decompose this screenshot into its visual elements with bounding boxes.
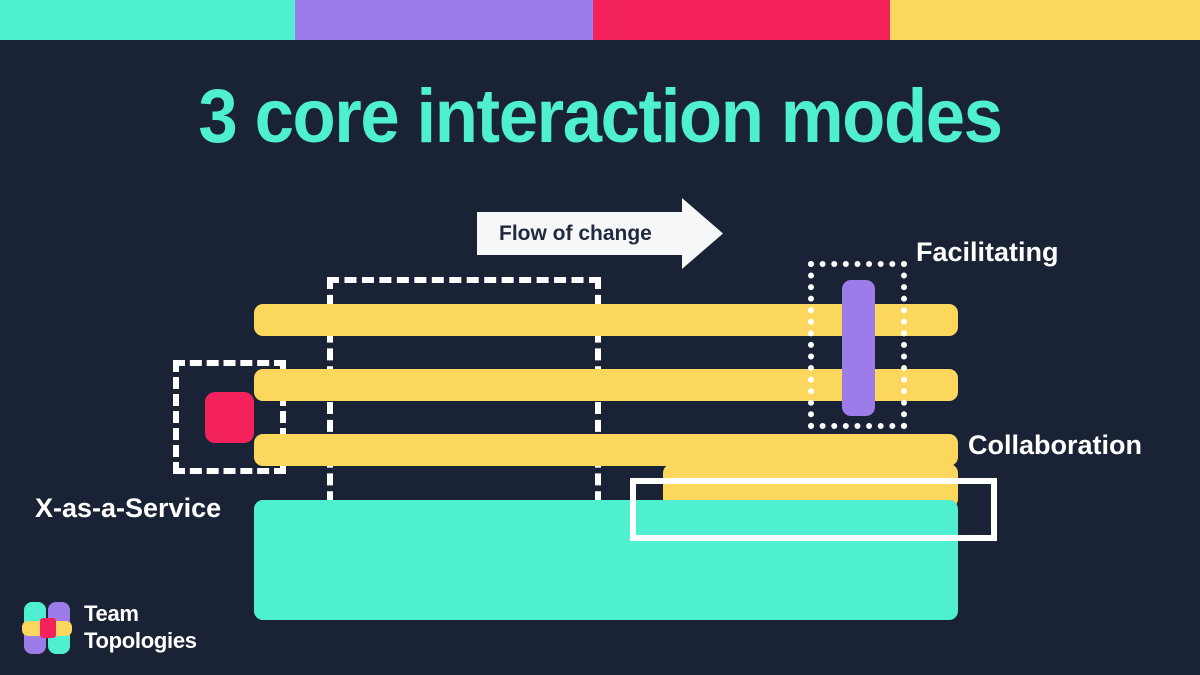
topbar-segment-yellow: [890, 0, 1200, 40]
slide-canvas: 3 core interaction modes Flow of change …: [0, 0, 1200, 675]
logo-line-2: Topologies: [84, 628, 197, 653]
page-title: 3 core interaction modes: [198, 74, 1003, 159]
flow-of-change-label: Flow of change: [499, 222, 652, 245]
logo-mark-icon: [22, 602, 72, 654]
team-topologies-logo: Team Topologies: [22, 600, 232, 658]
topbar-segment-purple: [295, 0, 593, 40]
topbar-segment-teal: [0, 0, 295, 40]
interaction-mode-collaboration-box: [630, 478, 997, 541]
top-color-strip: [0, 0, 1200, 40]
logo-line-1: Team: [84, 601, 139, 626]
label-collaboration: Collaboration: [968, 430, 1142, 460]
topbar-segment-pink: [593, 0, 890, 40]
team-complicated-subsystem: [205, 392, 254, 443]
team-enabling: [842, 280, 875, 416]
team-stream-aligned-3: [254, 434, 958, 466]
label-x-as-a-service: X-as-a-Service: [35, 493, 222, 523]
label-facilitating: Facilitating: [916, 237, 1059, 267]
logo-wordmark: Team Topologies: [84, 600, 197, 654]
